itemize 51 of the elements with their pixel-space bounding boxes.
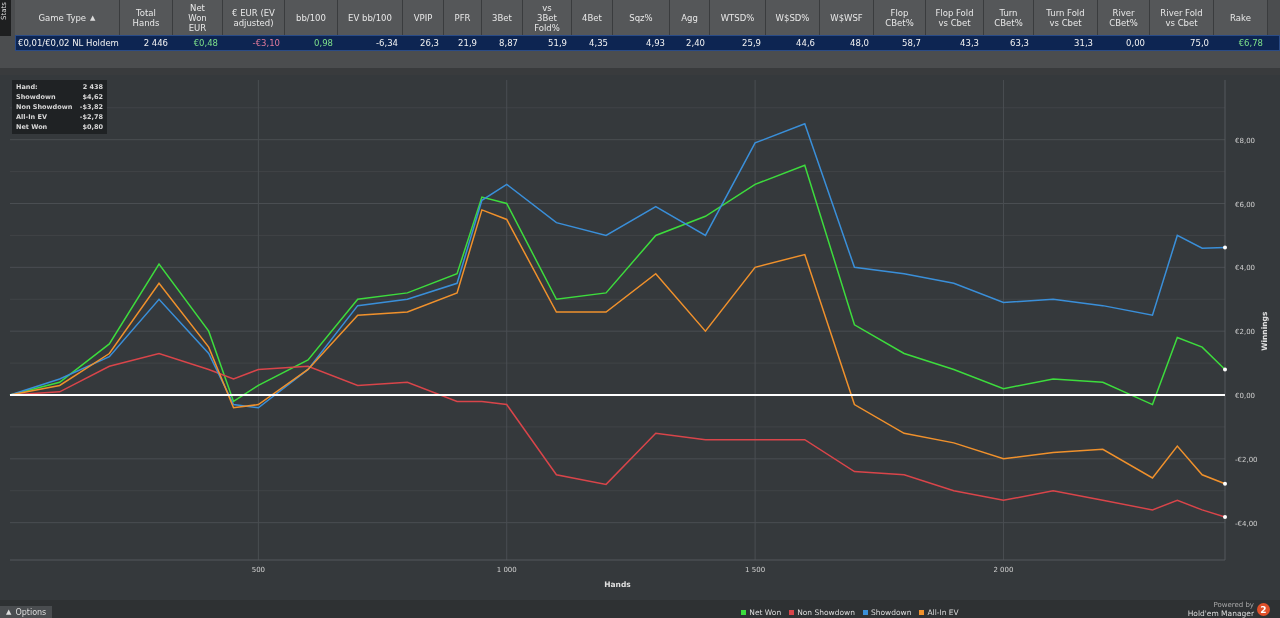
column-header[interactable]: € EUR (EV adjusted)	[223, 0, 285, 35]
column-header[interactable]: River CBet%	[1098, 0, 1150, 35]
column-header[interactable]: Turn CBet%	[984, 0, 1034, 35]
column-header[interactable]: bb/100	[285, 0, 338, 35]
column-header[interactable]: WTSD%	[710, 0, 766, 35]
column-header[interactable]: Total Hands	[120, 0, 173, 35]
column-header[interactable]: PFR	[444, 0, 482, 35]
table-cell-text: 0,98	[313, 38, 334, 48]
end-marker	[1223, 245, 1227, 250]
column-header[interactable]: Sqz%	[613, 0, 670, 35]
table-cell-text: 4,93	[645, 38, 666, 48]
table-cell-text: 4,35	[588, 38, 609, 48]
table-cell-text: 21,9	[457, 38, 478, 48]
table-cell-text: 51,9	[547, 38, 568, 48]
table-cell-text: -€3,10	[251, 38, 281, 48]
table-cell-text: 75,0	[1189, 38, 1210, 48]
table-cell-text: -6,34	[375, 38, 399, 48]
table-cell-text: 26,3	[419, 38, 440, 48]
table-cell-text: €0,48	[192, 38, 219, 48]
column-header[interactable]: Flop Fold vs Cbet	[926, 0, 984, 35]
table-cell-text: €0,01/€0,02 NL Holdem	[17, 38, 120, 48]
column-header[interactable]: W$WSF	[820, 0, 874, 35]
table-cell-text: €6,78	[1237, 38, 1264, 48]
end-marker	[1223, 481, 1227, 486]
table-cell-text: 0,00	[1125, 38, 1146, 48]
column-header[interactable]: VPIP	[403, 0, 444, 35]
table-cell-text: 44,6	[795, 38, 816, 48]
table-cell-text: 31,3	[1073, 38, 1094, 48]
column-header[interactable]: Agg	[670, 0, 710, 35]
brand-logo: 2	[1257, 603, 1270, 616]
table-cell-text: 63,3	[1009, 38, 1030, 48]
end-marker	[1223, 367, 1227, 372]
table-cell-text: 58,7	[901, 38, 922, 48]
end-marker	[1223, 514, 1227, 519]
column-header[interactable]: 3Bet	[482, 0, 523, 35]
table-cell-text: 25,9	[741, 38, 762, 48]
column-header[interactable]: 4Bet	[572, 0, 613, 35]
table-cell-text: 2,40	[685, 38, 706, 48]
table-cell-text: 8,87	[498, 38, 519, 48]
column-header[interactable]: W$SD%	[766, 0, 820, 35]
table-row[interactable]: €0,01/€0,02 NL Holdem 2 446 €0,48 -€3,10 0,98 -6,34 26,3 21,9 8,87 51,9 4,35 4,93 2,40 25,9 44,6 48,0 58,7 43,3 63,3 31,3 0,00 75,0 €6,78	[15, 35, 1280, 51]
column-header[interactable]: EV bb/100	[338, 0, 403, 35]
table-cell-text: 43,3	[959, 38, 980, 48]
table-cell-text: 2 446	[142, 38, 169, 48]
column-header[interactable]: Flop CBet%	[874, 0, 926, 35]
column-header[interactable]: Rake	[1214, 0, 1268, 35]
column-header[interactable]: vs 3Bet Fold%	[523, 0, 572, 35]
column-header[interactable]: River Fold vs Cbet	[1150, 0, 1214, 35]
table-cell-text: 48,0	[849, 38, 870, 48]
column-header[interactable]: Turn Fold vs Cbet	[1034, 0, 1098, 35]
column-header[interactable]: Net Won EUR	[173, 0, 223, 35]
